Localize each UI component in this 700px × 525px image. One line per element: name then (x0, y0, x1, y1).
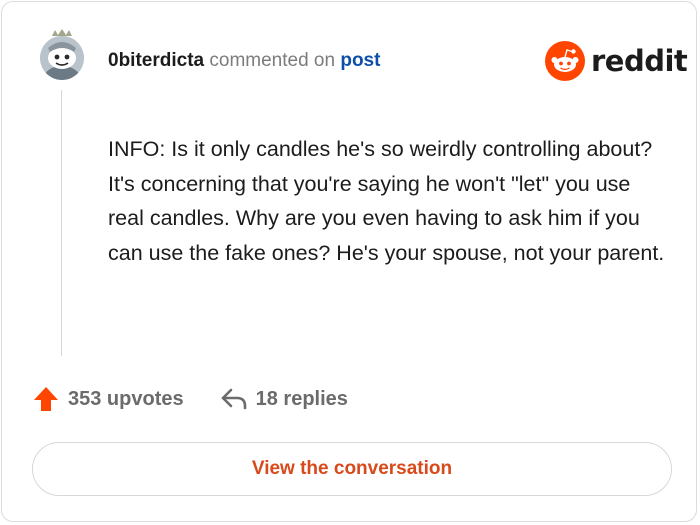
upvote-arrow-icon (34, 387, 58, 411)
reply-arrow-icon (221, 388, 246, 410)
comment-body: INFO: Is it only candles he's so weirdly… (108, 137, 665, 265)
reply-count: 18 replies (255, 387, 348, 410)
thread-line (61, 90, 62, 356)
reddit-logo[interactable]: reddit (545, 41, 688, 81)
reddit-snoo-icon (545, 41, 585, 81)
embedded-comment-card: 0biterdicta commented on post reddit INF… (1, 1, 697, 522)
replies-button[interactable]: 18 replies (220, 387, 348, 411)
post-link[interactable]: post (340, 50, 380, 71)
comment-actions: 353 upvotes 18 replies (32, 384, 348, 414)
username-link[interactable]: 0biterdicta (108, 50, 204, 71)
reddit-wordmark: reddit (591, 44, 688, 78)
view-conversation-button[interactable]: View the conversation (32, 442, 672, 496)
commented-on-text: commented on (209, 50, 336, 71)
user-avatar[interactable] (38, 28, 86, 84)
comment-header: 0biterdicta commented on post (108, 49, 380, 73)
upvote-button[interactable]: 353 upvotes (32, 385, 184, 413)
avatar-snoo-icon (40, 29, 84, 80)
upvote-count: 353 upvotes (68, 387, 184, 410)
